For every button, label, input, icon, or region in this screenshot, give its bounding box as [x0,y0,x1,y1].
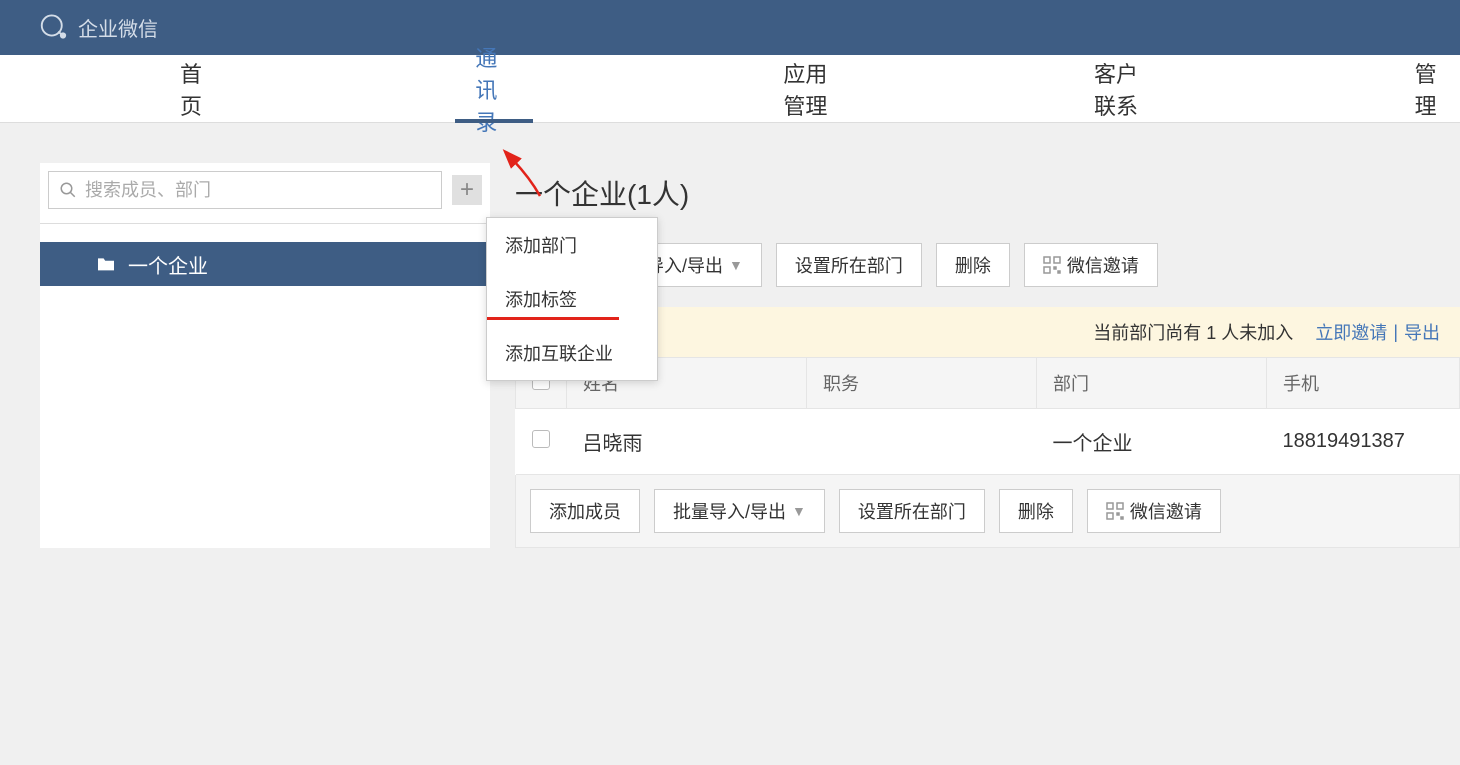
separator: | [1393,322,1398,343]
table-row[interactable]: 吕晓雨 一个企业 18819491387 [516,409,1460,475]
nav-home[interactable]: 首页 [160,55,225,123]
dept-name: 一个企业 [128,250,208,279]
col-header-dept: 部门 [1037,358,1267,409]
add-dropdown: 添加部门 添加标签 添加互联企业 [486,217,658,381]
search-icon [59,181,77,199]
sidebar: + 一个企业 添加部门 添加标签 添加互联企业 [40,163,490,548]
import-export-button-bottom[interactable]: 批量导入/导出▼ [654,489,825,533]
cell-dept: 一个企业 [1037,409,1267,475]
chevron-down-icon: ▼ [729,257,743,273]
folder-icon [96,256,116,272]
dropdown-add-linked-corp[interactable]: 添加互联企业 [487,326,657,380]
cell-title [807,409,1037,475]
nav-contacts[interactable]: 通讯录 [455,55,533,123]
chat-bubble-icon [38,13,68,43]
search-input[interactable] [85,180,431,201]
delete-button-top[interactable]: 删除 [936,243,1010,287]
search-row: + [40,163,490,217]
chevron-down-icon: ▼ [792,503,806,519]
toolbar-bottom: 添加成员 批量导入/导出▼ 设置所在部门 删除 微信邀请 [515,475,1460,548]
top-header: 企业微信 [0,0,1460,55]
nav-bar: 首页 通讯录 应用管理 客户联系 管理 [0,55,1460,123]
set-dept-button-top[interactable]: 设置所在部门 [776,243,922,287]
delete-button-bottom[interactable]: 删除 [999,489,1073,533]
set-dept-button-bottom[interactable]: 设置所在部门 [839,489,985,533]
add-button[interactable]: + [452,175,482,205]
notice-text: 当前部门尚有 1 人未加入 [1093,319,1293,345]
nav-customer[interactable]: 客户联系 [1074,55,1165,123]
search-box[interactable] [48,171,442,209]
invite-now-link[interactable]: 立即邀请 [1315,319,1387,345]
row-checkbox[interactable] [532,430,550,448]
main-area: + 一个企业 添加部门 添加标签 添加互联企业 一个企业(1人) 成员 [0,123,1460,548]
cell-phone: 18819491387 [1267,409,1460,475]
nav-admin[interactable]: 管理 [1395,55,1460,123]
wechat-invite-button-top[interactable]: 微信邀请 [1024,243,1158,287]
sidebar-divider [40,223,490,224]
dropdown-add-tag[interactable]: 添加标签 [487,272,657,326]
col-header-phone: 手机 [1267,358,1460,409]
plus-icon: + [460,176,474,204]
annotation-underline [487,317,619,320]
dept-tree-item[interactable]: 一个企业 [40,242,490,286]
export-link[interactable]: 导出 [1404,319,1440,345]
dropdown-add-dept[interactable]: 添加部门 [487,218,657,272]
nav-apps[interactable]: 应用管理 [763,55,854,123]
qrcode-icon [1106,502,1124,520]
wechat-invite-button-bottom[interactable]: 微信邀请 [1087,489,1221,533]
qrcode-icon [1043,256,1061,274]
brand-logo: 企业微信 [38,13,158,43]
col-header-title: 职务 [807,358,1037,409]
add-member-button-bottom[interactable]: 添加成员 [530,489,640,533]
cell-name: 吕晓雨 [567,409,807,475]
brand-name: 企业微信 [78,13,158,42]
